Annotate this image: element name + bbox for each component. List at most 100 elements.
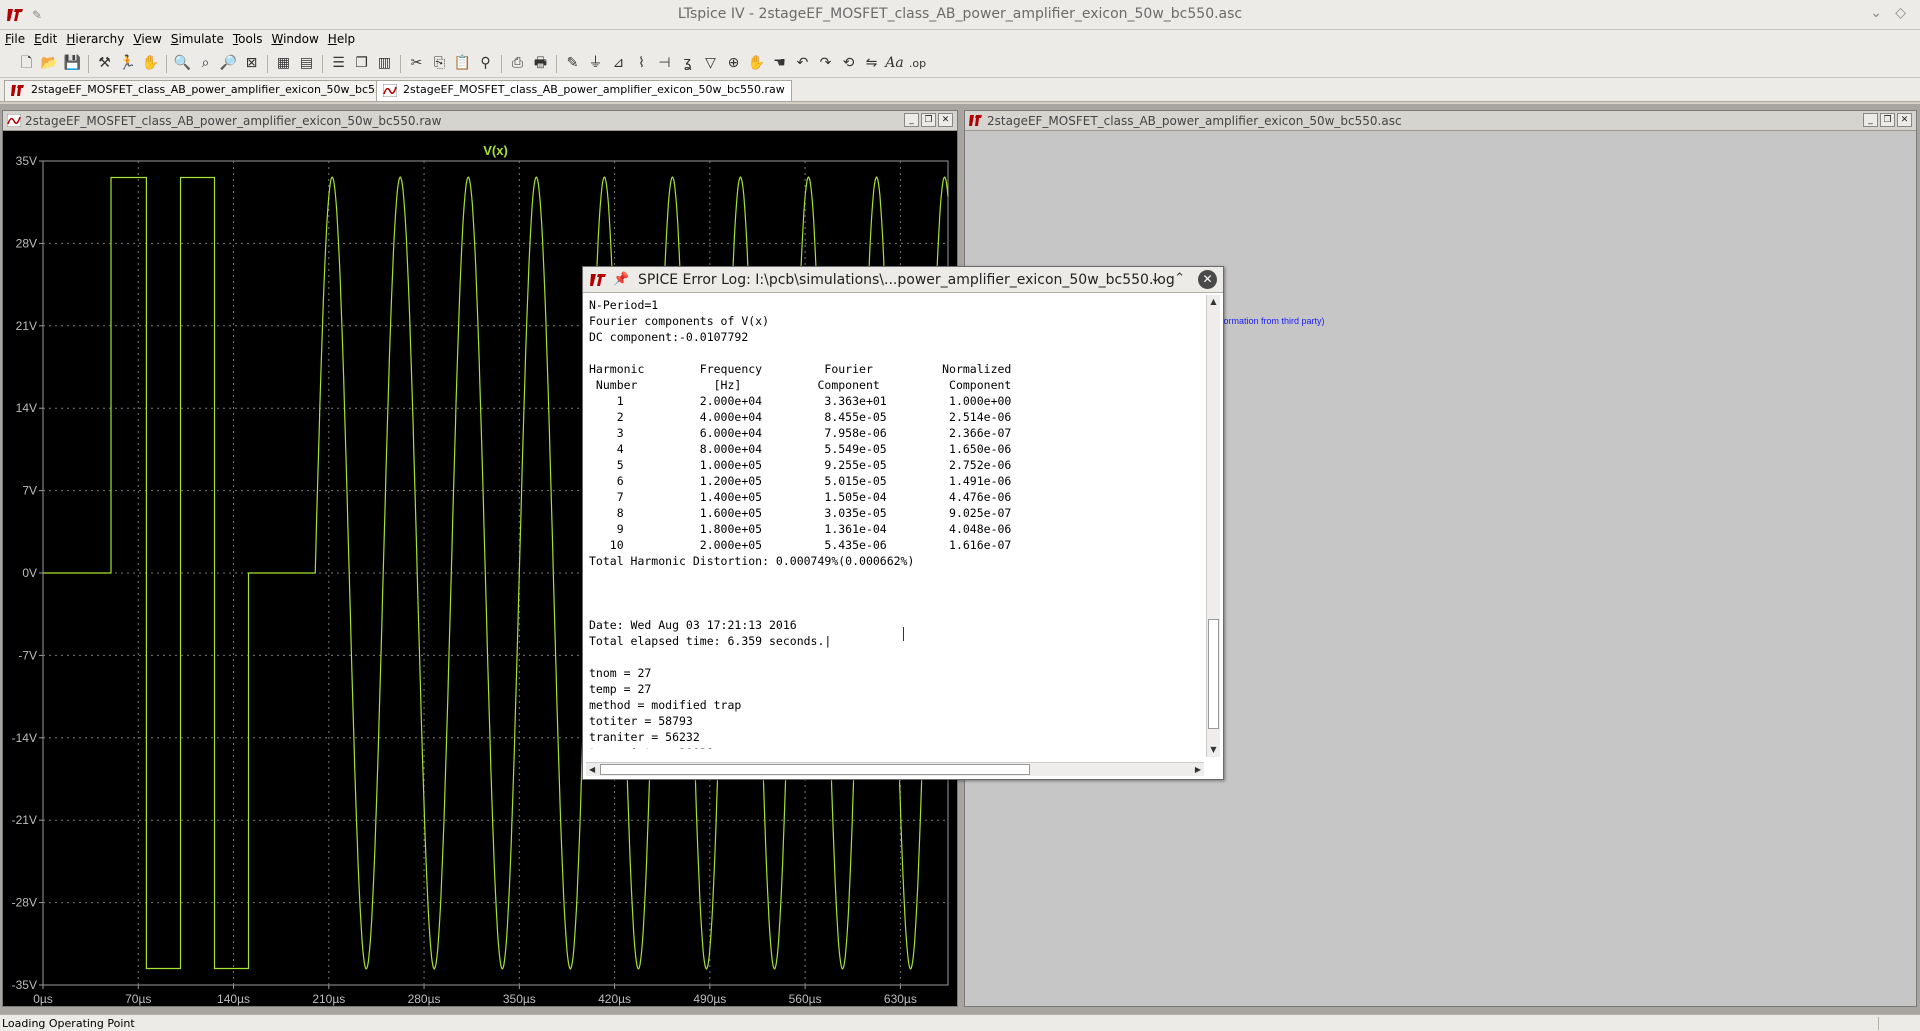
scroll-left-icon[interactable]: ◀ <box>589 763 595 777</box>
copy-icon[interactable]: ⎘ <box>429 53 450 74</box>
y-tick-label: -7V <box>18 648 37 662</box>
toolbar-separator <box>267 54 268 73</box>
y-tick-label: -21V <box>12 813 37 827</box>
zoom-out-icon[interactable]: 🔎 <box>218 53 239 74</box>
log-line: traniter = 56232 <box>589 730 700 744</box>
undo-icon[interactable]: ↶ <box>792 53 813 74</box>
close-icon[interactable]: ✕ <box>1198 270 1217 289</box>
scroll-down-icon[interactable]: ▼ <box>1207 743 1220 757</box>
component-icon[interactable]: ⊕ <box>723 53 744 74</box>
restore-button[interactable]: ❐ <box>921 113 936 127</box>
schematic-window-titlebar[interactable]: 2stageEF_MOSFET_class_AB_power_amplifier… <box>965 111 1916 131</box>
redo-icon[interactable]: ↷ <box>815 53 836 74</box>
tile-horizontal-icon[interactable]: ☰ <box>328 53 349 74</box>
rotate-icon[interactable]: ⟲ <box>838 53 859 74</box>
vertical-scrollbar[interactable]: ▲ ▼ <box>1206 295 1220 757</box>
close-button[interactable]: ✕ <box>1897 113 1912 127</box>
diode-icon[interactable]: ▽ <box>700 53 721 74</box>
status-bar: Loading Operating Point <box>0 1014 1920 1031</box>
menu-accelerator: F <box>5 32 12 46</box>
pin-icon[interactable]: 📌 <box>613 272 629 287</box>
y-tick-label: -14V <box>12 731 37 745</box>
menu-accelerator: H <box>327 32 337 46</box>
menu-accelerator: E <box>34 32 42 46</box>
toolbar-separator <box>400 54 401 73</box>
scroll-up-icon[interactable]: ▲ <box>1207 295 1220 309</box>
resistor-icon[interactable]: ⌇ <box>631 53 652 74</box>
move-icon[interactable]: ✋ <box>746 53 767 74</box>
waveform-icon <box>383 84 397 97</box>
y-tick-label: 28V <box>16 236 37 250</box>
inductor-icon[interactable]: ʓ <box>677 53 698 74</box>
minimize-button[interactable]: _ <box>1863 113 1878 127</box>
drag-icon[interactable]: ☚ <box>769 53 790 74</box>
paste-icon[interactable]: 📋 <box>452 53 473 74</box>
spice-directive-icon[interactable]: .op <box>907 53 928 74</box>
tab-schematic[interactable]: 2stageEF_MOSFET_class_AB_power_amplifier… <box>4 80 419 101</box>
resize-grip-icon[interactable] <box>1878 1017 1918 1030</box>
log-text[interactable]: N-Period=1 Fourier components of V(x) DC c… <box>589 297 1189 749</box>
chevron-up-icon[interactable]: ⌃ <box>1174 271 1185 286</box>
log-line: 6 1.200e+05 5.015e-05 1.491e-06 <box>589 474 1012 488</box>
menu-hierarchy[interactable]: Hierarchy <box>61 30 128 46</box>
menu-view[interactable]: View <box>128 30 165 46</box>
pan-icon[interactable]: ⌕ <box>195 53 216 74</box>
horizontal-scrollbar[interactable]: ◀ ▶ <box>586 762 1204 776</box>
scroll-right-icon[interactable]: ▶ <box>1195 763 1201 777</box>
close-button[interactable]: ✕ <box>938 113 953 127</box>
waveform-window-titlebar[interactable]: 2stageEF_MOSFET_class_AB_power_amplifier… <box>3 111 957 131</box>
window-title: LTspice IV - 2stageEF_MOSFET_class_AB_po… <box>677 6 1243 22</box>
menu-edit[interactable]: Edit <box>29 30 61 46</box>
capacitor-icon[interactable]: ⊣ <box>654 53 675 74</box>
grid-icon[interactable]: ▤ <box>296 53 317 74</box>
log-line: 4 8.000e+04 5.549e-05 1.650e-06 <box>589 442 1012 456</box>
label-net-icon[interactable]: ⊿ <box>608 53 629 74</box>
menu-tools[interactable]: Tools <box>228 30 267 46</box>
draw-wire-icon[interactable]: ✎ <box>562 53 583 74</box>
print-setup-icon[interactable]: ⎙ <box>507 53 528 74</box>
open-icon[interactable]: 📂 <box>39 53 60 74</box>
menu-window[interactable]: Window <box>266 30 322 46</box>
mirror-icon[interactable]: ⇋ <box>861 53 882 74</box>
minimize-button[interactable]: _ <box>904 113 919 127</box>
waveform-window-title: 2stageEF_MOSFET_class_AB_power_amplifier… <box>25 114 442 128</box>
control-panel-icon[interactable]: ⚒ <box>94 53 115 74</box>
tile-vertical-icon[interactable]: ▥ <box>374 53 395 74</box>
log-line: Total elapsed time: 6.359 seconds.| <box>589 634 832 648</box>
find-icon[interactable]: ⚲ <box>475 53 496 74</box>
toolbar-separator <box>501 54 502 73</box>
run-icon[interactable]: 🏃 <box>117 53 138 74</box>
maximize-icon[interactable]: ◇ <box>1895 5 1906 21</box>
zoom-in-icon[interactable]: 🔍 <box>172 53 193 74</box>
minimize-icon[interactable]: ⌄ <box>1870 5 1882 21</box>
scrollbar-thumb[interactable] <box>600 764 1030 775</box>
zoom-fit-icon[interactable]: ⊠ <box>241 53 262 74</box>
menu-help[interactable]: Help <box>323 30 359 46</box>
log-titlebar[interactable]: 📌 SPICE Error Log: I:\pcb\simulations\..… <box>583 267 1223 293</box>
x-tick-label: 210µs <box>312 992 345 1006</box>
tab-waveform[interactable]: 2stageEF_MOSFET_class_AB_power_amplifier… <box>376 80 792 101</box>
autorange-icon[interactable]: ▦ <box>273 53 294 74</box>
log-title: SPICE Error Log: I:\pcb\simulations\...p… <box>638 272 1175 288</box>
menu-file[interactable]: File <box>0 30 29 46</box>
restore-button[interactable]: ❐ <box>1880 113 1895 127</box>
new-schematic-icon[interactable]: 🗋 <box>16 53 37 74</box>
chevron-down-icon[interactable]: ⌄ <box>1150 271 1161 286</box>
spice-error-log-dialog[interactable]: 📌 SPICE Error Log: I:\pcb\simulations\..… <box>582 266 1224 780</box>
cut-icon[interactable]: ✂ <box>406 53 427 74</box>
cascade-icon[interactable]: ❐ <box>351 53 372 74</box>
halt-icon[interactable]: ✋ <box>140 53 161 74</box>
text-icon[interactable]: Aa <box>884 53 905 74</box>
log-line: tnom = 27 <box>589 666 652 680</box>
menu-simulate[interactable]: Simulate <box>166 30 228 46</box>
log-line: 8 1.600e+05 3.035e-05 9.025e-07 <box>589 506 1012 520</box>
save-icon[interactable]: 💾 <box>62 53 83 74</box>
print-icon[interactable]: 🖶 <box>530 53 551 74</box>
log-line: 2 4.000e+04 8.455e-05 2.514e-06 <box>589 410 1012 424</box>
ground-icon[interactable]: ⏚ <box>585 53 606 74</box>
scrollbar-thumb[interactable] <box>1208 619 1219 729</box>
x-tick-label: 630µs <box>884 992 917 1006</box>
